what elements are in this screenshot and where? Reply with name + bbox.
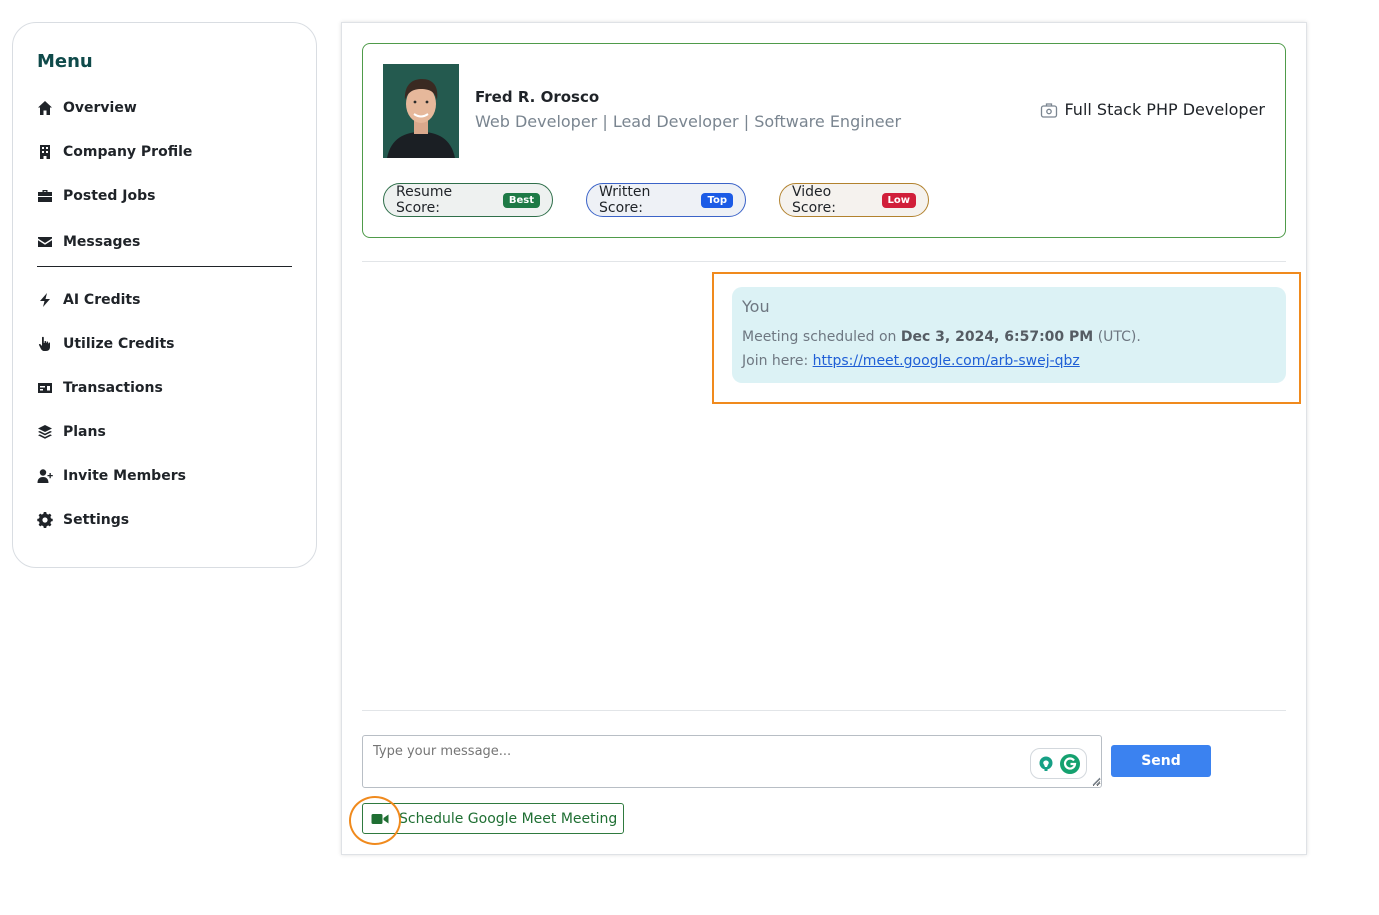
message-text-prefix: Meeting scheduled on bbox=[742, 329, 897, 345]
written-score: Written Score: Top bbox=[586, 183, 746, 217]
sidebar-item-plans[interactable]: Plans bbox=[37, 424, 106, 440]
sidebar-item-utilize-credits[interactable]: Utilize Credits bbox=[37, 336, 175, 352]
written-score-label: Written Score: bbox=[599, 184, 651, 216]
building-icon bbox=[40, 145, 50, 159]
resize-handle-icon[interactable] bbox=[1092, 777, 1101, 786]
resume-score-label: Resume Score: bbox=[396, 184, 453, 216]
sidebar-item-label: Posted Jobs bbox=[63, 188, 156, 204]
candidate-name: Fred R. Orosco bbox=[475, 88, 600, 106]
hand-pointer-icon bbox=[38, 336, 50, 351]
lightbulb-icon bbox=[1039, 756, 1052, 771]
chat-panel: Fred R. Orosco Web Developer | Lead Deve… bbox=[341, 22, 1307, 855]
message-join-line: Join here: https://meet.google.com/arb-s… bbox=[742, 349, 1276, 373]
sidebar-item-label: Invite Members bbox=[63, 468, 186, 484]
bolt-icon bbox=[40, 293, 50, 307]
send-button[interactable]: Send bbox=[1111, 745, 1211, 777]
resume-score-badge: Best bbox=[502, 192, 540, 208]
envelope-icon bbox=[38, 237, 52, 247]
sidebar-divider bbox=[37, 266, 292, 267]
message-join-label: Join here: bbox=[742, 353, 809, 369]
sidebar-item-label: Settings bbox=[63, 512, 130, 528]
message-timezone: (UTC). bbox=[1097, 329, 1141, 345]
message-meeting-line: Meeting scheduled on Dec 3, 2024, 6:57:0… bbox=[742, 325, 1276, 349]
sidebar-item-label: AI Credits bbox=[63, 292, 141, 308]
sidebar-item-label: Utilize Credits bbox=[63, 336, 175, 352]
menu-title: Menu bbox=[37, 51, 93, 72]
job-role: Full Stack PHP Developer bbox=[1040, 100, 1265, 119]
home-icon bbox=[38, 101, 52, 115]
composer-divider bbox=[362, 710, 1286, 711]
sidebar-item-settings[interactable]: Settings bbox=[37, 512, 129, 528]
sidebar-item-label: Plans bbox=[63, 424, 106, 440]
sidebar-item-label: Messages bbox=[63, 234, 141, 250]
candidate-titles: Web Developer | Lead Developer | Softwar… bbox=[475, 112, 902, 131]
avatar bbox=[383, 64, 459, 158]
user-plus-icon bbox=[37, 469, 53, 483]
message-sender: You bbox=[742, 297, 770, 316]
schedule-meet-button[interactable]: Schedule Google Meet Meeting bbox=[362, 803, 624, 834]
meet-link[interactable]: https://meet.google.com/arb-swej-qbz bbox=[813, 353, 1080, 369]
layers-icon bbox=[38, 425, 52, 439]
message-bubble: You Meeting scheduled on Dec 3, 2024, 6:… bbox=[732, 287, 1286, 383]
sidebar-item-company-profile[interactable]: Company Profile bbox=[37, 144, 192, 160]
grammarly-widget[interactable] bbox=[1030, 748, 1087, 779]
sidebar-item-invite-members[interactable]: Invite Members bbox=[37, 468, 186, 484]
sidebar-item-posted-jobs[interactable]: Posted Jobs bbox=[37, 188, 155, 204]
briefcase-icon bbox=[38, 190, 52, 202]
gear-icon bbox=[37, 512, 53, 528]
job-role-label: Full Stack PHP Developer bbox=[1064, 100, 1265, 119]
sidebar-item-label: Company Profile bbox=[63, 144, 193, 160]
schedule-meet-label: Schedule Google Meet Meeting bbox=[399, 810, 618, 827]
sidebar-item-transactions[interactable]: Transactions bbox=[37, 380, 163, 396]
sidebar: Menu Overview Company Profile Posted Job… bbox=[12, 22, 317, 568]
written-score-badge: Top bbox=[701, 192, 733, 208]
resume-score: Resume Score: Best bbox=[383, 183, 553, 217]
video-score-badge: Low bbox=[881, 192, 916, 208]
candidate-card: Fred R. Orosco Web Developer | Lead Deve… bbox=[362, 43, 1286, 238]
sidebar-item-label: Transactions bbox=[63, 380, 163, 396]
video-score: Video Score: Low bbox=[779, 183, 929, 217]
messages-top-divider bbox=[362, 261, 1286, 262]
money-check-icon bbox=[38, 383, 52, 393]
video-score-label: Video Score: bbox=[792, 184, 836, 216]
grammarly-icon bbox=[1059, 753, 1080, 774]
message-input[interactable] bbox=[362, 735, 1102, 788]
sidebar-item-ai-credits[interactable]: AI Credits bbox=[37, 292, 140, 308]
sidebar-item-label: Overview bbox=[63, 100, 137, 116]
video-camera-icon bbox=[371, 813, 389, 824]
message-datetime: Dec 3, 2024, 6:57:00 PM bbox=[900, 329, 1094, 345]
sidebar-item-messages[interactable]: Messages bbox=[37, 234, 140, 250]
sidebar-item-overview[interactable]: Overview bbox=[37, 100, 137, 116]
briefcase-outline-icon bbox=[1041, 102, 1058, 118]
